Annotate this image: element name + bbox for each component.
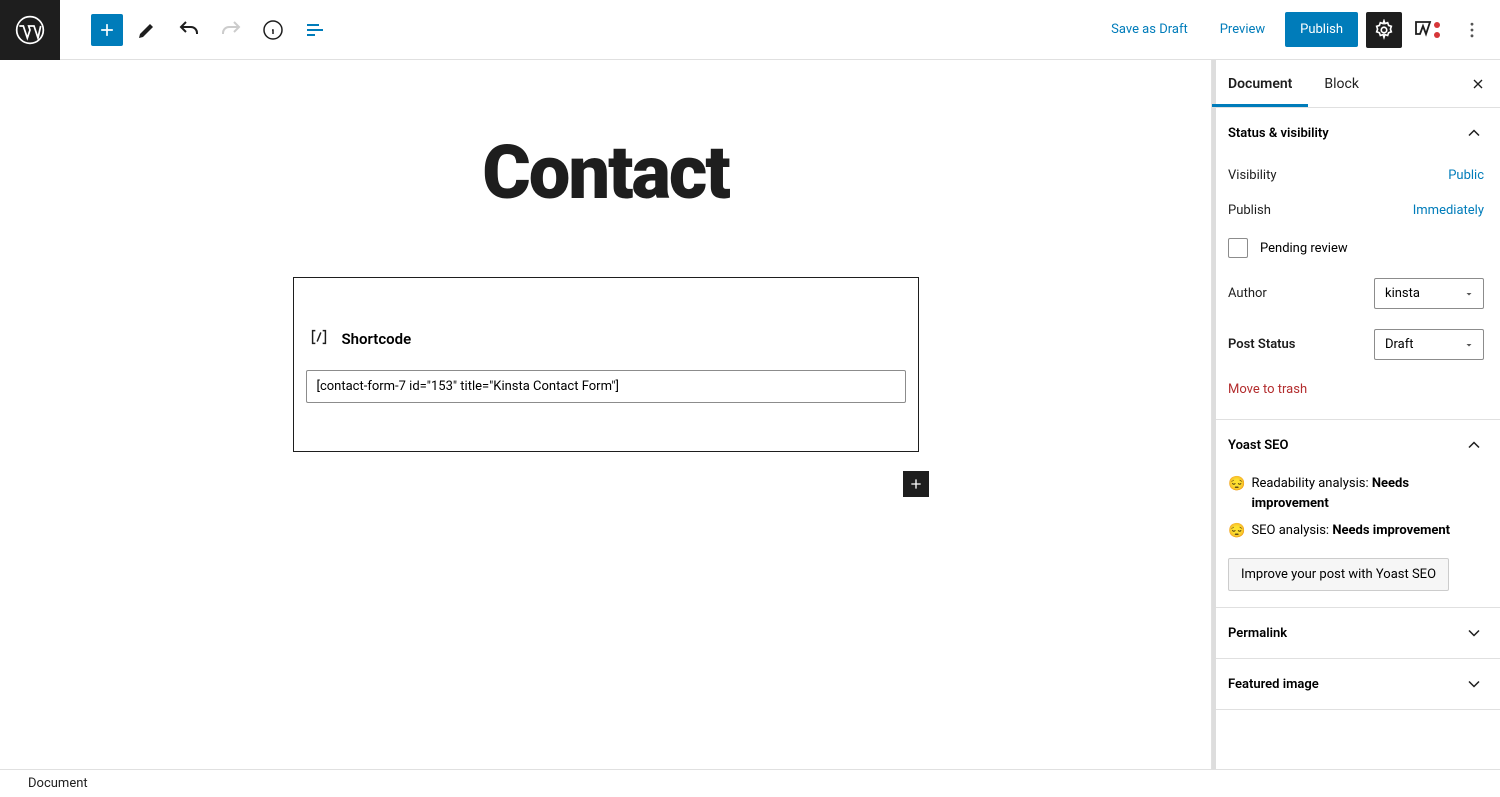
pending-review-checkbox[interactable] — [1228, 238, 1248, 258]
chevron-up-icon — [1464, 123, 1484, 143]
preview-button[interactable]: Preview — [1208, 12, 1277, 47]
chevron-up-icon — [1464, 435, 1484, 455]
shortcode-input[interactable] — [306, 370, 906, 403]
publish-label: Publish — [1228, 203, 1271, 218]
page-title[interactable]: Contact — [482, 130, 729, 217]
block-header: Shortcode — [306, 326, 906, 352]
pending-review-label: Pending review — [1260, 241, 1348, 256]
sad-face-icon: 😔 — [1228, 521, 1245, 542]
add-block-after-button[interactable] — [903, 471, 929, 497]
shortcode-block[interactable]: Shortcode — [293, 277, 919, 452]
publish-row: Publish Immediately — [1228, 193, 1484, 228]
status-visibility-panel: Status & visibility Visibility Public Pu… — [1212, 108, 1500, 420]
undo-icon[interactable] — [171, 12, 207, 48]
redo-icon — [213, 12, 249, 48]
yoast-seo-panel: Yoast SEO 😔 Readability analysis: Needs … — [1212, 420, 1500, 608]
editor-canvas: Contact Shortcode — [0, 60, 1211, 769]
shortcode-icon — [308, 326, 330, 352]
featured-image-panel: Featured image — [1212, 659, 1500, 710]
topbar-left — [0, 0, 333, 60]
sidebar-tabs: Document Block — [1212, 60, 1500, 108]
info-icon[interactable] — [255, 12, 291, 48]
block-type-label: Shortcode — [342, 330, 412, 348]
add-block-button[interactable] — [91, 14, 123, 46]
featured-image-header[interactable]: Featured image — [1212, 659, 1500, 709]
close-panel-icon[interactable] — [1466, 72, 1490, 96]
post-status-select[interactable]: Draft — [1374, 329, 1484, 360]
wordpress-logo[interactable] — [0, 0, 60, 60]
readability-analysis: 😔 Readability analysis: Needs improvemen… — [1228, 470, 1484, 517]
topbar-right: Save as Draft Preview Publish — [1099, 12, 1500, 48]
more-options-icon[interactable] — [1454, 12, 1490, 48]
author-row: Author kinsta — [1228, 268, 1484, 319]
post-status-label: Post Status — [1228, 337, 1296, 352]
publish-button[interactable]: Publish — [1285, 12, 1358, 47]
edit-tool-icon[interactable] — [129, 12, 165, 48]
tab-block[interactable]: Block — [1308, 60, 1375, 107]
yoast-icon[interactable] — [1410, 12, 1446, 48]
status-panel-header[interactable]: Status & visibility — [1212, 108, 1500, 158]
settings-icon[interactable] — [1366, 12, 1402, 48]
author-select[interactable]: kinsta — [1374, 278, 1484, 309]
sad-face-icon: 😔 — [1228, 474, 1245, 495]
settings-sidebar: Document Block Status & visibility Visib… — [1211, 60, 1500, 769]
outline-icon[interactable] — [297, 12, 333, 48]
save-draft-button[interactable]: Save as Draft — [1099, 12, 1200, 47]
visibility-label: Visibility — [1228, 168, 1277, 183]
permalink-panel: Permalink — [1212, 608, 1500, 659]
editor-footer: Document — [0, 769, 1500, 797]
chevron-down-icon — [1464, 623, 1484, 643]
publish-value[interactable]: Immediately — [1413, 203, 1484, 218]
panel-title: Featured image — [1228, 677, 1319, 692]
move-to-trash[interactable]: Move to trash — [1228, 370, 1307, 403]
permalink-header[interactable]: Permalink — [1212, 608, 1500, 658]
editor-topbar: Save as Draft Preview Publish — [0, 0, 1500, 60]
visibility-value[interactable]: Public — [1448, 168, 1484, 183]
chevron-down-icon — [1464, 674, 1484, 694]
breadcrumb[interactable]: Document — [28, 776, 88, 791]
yoast-panel-header[interactable]: Yoast SEO — [1212, 420, 1500, 470]
main-area: Contact Shortcode Document Block — [0, 60, 1500, 769]
tab-document[interactable]: Document — [1212, 60, 1308, 107]
pending-review-row: Pending review — [1228, 228, 1484, 268]
panel-title: Status & visibility — [1228, 126, 1329, 141]
seo-analysis: 😔 SEO analysis: Needs improvement — [1228, 517, 1484, 546]
panel-title: Permalink — [1228, 626, 1287, 641]
author-label: Author — [1228, 286, 1267, 301]
improve-yoast-button[interactable]: Improve your post with Yoast SEO — [1228, 558, 1449, 591]
panel-title: Yoast SEO — [1228, 438, 1288, 453]
visibility-row: Visibility Public — [1228, 158, 1484, 193]
post-status-row: Post Status Draft — [1228, 319, 1484, 370]
